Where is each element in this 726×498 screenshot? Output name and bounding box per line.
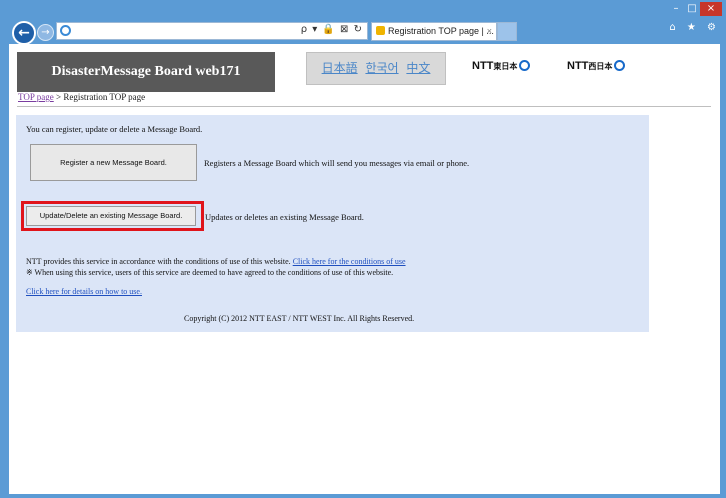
terms-block: NTT provides this service in accordance …	[26, 256, 406, 278]
update-delete-board-button[interactable]: Update/Delete an existing Message Board.	[26, 206, 196, 226]
intro-text: You can register, update or delete a Mes…	[26, 124, 203, 134]
address-bar-tools[interactable]: ρ ▾ 🔒 ⊠ ↻	[301, 24, 363, 35]
browser-tab-active[interactable]: Registration TOP page | ... ×	[371, 22, 497, 41]
terms-note: ※ When using this service, users of this…	[26, 268, 394, 277]
forward-arrow-icon: →	[41, 27, 50, 38]
register-description: Registers a Message Board which will sen…	[204, 158, 470, 168]
ntt-west-mark-icon	[614, 60, 626, 71]
maximize-button[interactable]: □	[684, 2, 700, 16]
ntt-east-logo-sub: 東日本	[493, 62, 518, 71]
language-link-chinese[interactable]: 中文	[406, 61, 430, 75]
register-board-button[interactable]: Register a new Message Board.	[30, 144, 197, 181]
browser-command-icons[interactable]: ⌂ ★ ⚙	[669, 22, 720, 33]
terms-link[interactable]: Click here for the conditions of use	[293, 257, 406, 266]
breadcrumb-current: Registration TOP page	[63, 92, 146, 102]
ntt-west-logo[interactable]: NTT西日本	[567, 60, 626, 72]
ntt-west-logo-sub: 西日本	[588, 62, 613, 71]
site-title: DisasterMessage Board web171	[17, 52, 275, 92]
web-page: DisasterMessage Board web171 日本語 한국어 中文 …	[9, 44, 720, 494]
window-frame-bottom	[0, 494, 726, 498]
back-arrow-icon: ←	[18, 25, 30, 41]
update-description: Updates or deletes an existing Message B…	[205, 212, 364, 222]
favicon-icon	[376, 26, 385, 35]
window-frame-left	[0, 44, 9, 498]
forward-button[interactable]: →	[37, 24, 54, 41]
language-switcher: 日本語 한국어 中文	[306, 52, 446, 85]
tab-close-icon[interactable]: ×	[487, 23, 492, 40]
terms-text: NTT provides this service in accordance …	[26, 257, 291, 266]
tab-title: Registration TOP page | ...	[388, 26, 494, 36]
main-panel: You can register, update or delete a Mes…	[16, 115, 649, 332]
ntt-east-logo[interactable]: NTT東日本	[472, 60, 531, 72]
language-link-japanese[interactable]: 日本語	[322, 61, 358, 75]
how-to-use-link[interactable]: Click here for details on how to use.	[26, 287, 142, 296]
new-tab-button[interactable]	[497, 22, 517, 41]
back-button[interactable]: ←	[12, 21, 36, 45]
close-window-button[interactable]: ×	[700, 2, 722, 16]
window-frame-right	[720, 44, 726, 498]
ntt-west-logo-main: NTT	[567, 60, 589, 72]
window-controls: – □ ×	[668, 2, 722, 16]
minimize-button[interactable]: –	[668, 2, 684, 16]
language-link-korean[interactable]: 한국어	[365, 61, 398, 75]
ntt-east-mark-icon	[519, 60, 531, 71]
ie-logo-icon	[60, 25, 71, 36]
breadcrumb-separator: >	[56, 92, 62, 102]
header-divider	[17, 106, 711, 107]
copyright-text: Copyright (C) 2012 NTT EAST / NTT WEST I…	[184, 314, 415, 323]
ntt-east-logo-main: NTT	[472, 60, 494, 72]
breadcrumb-top-link[interactable]: TOP page	[18, 92, 54, 102]
breadcrumb: TOP page > Registration TOP page	[18, 92, 145, 102]
address-bar[interactable]: ρ ▾ 🔒 ⊠ ↻	[56, 22, 368, 40]
